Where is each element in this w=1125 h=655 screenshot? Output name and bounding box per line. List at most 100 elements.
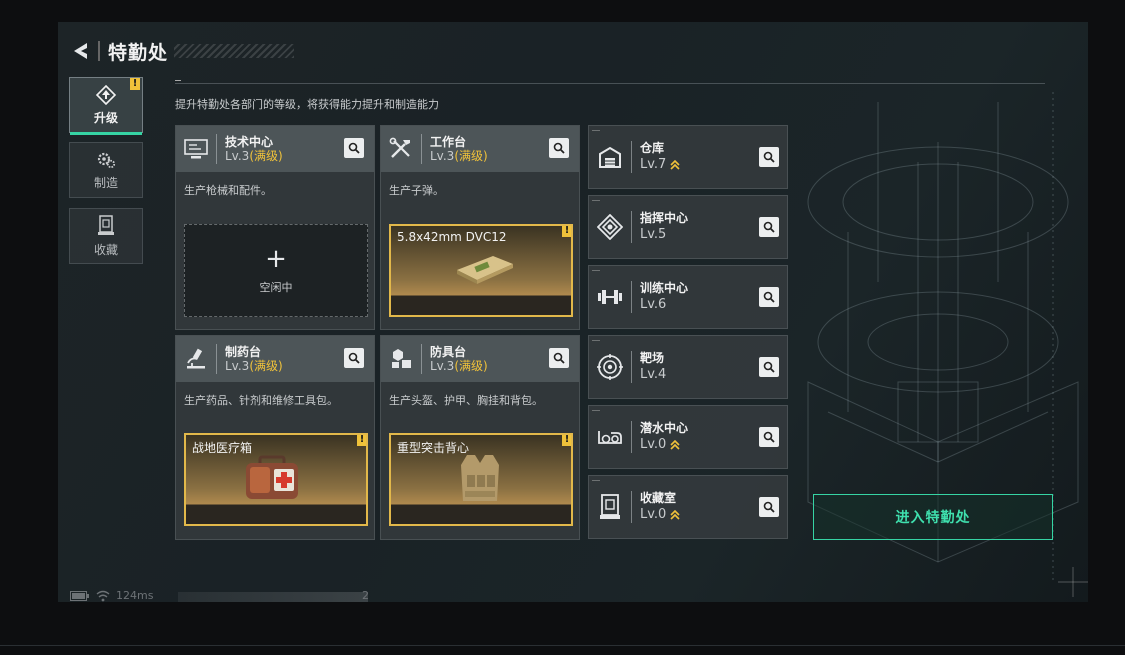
header-separator [98, 41, 100, 61]
status-progress-strip [178, 592, 368, 602]
armor-parts-icon [381, 336, 421, 382]
facility-separator [631, 141, 632, 173]
facility-separator [631, 281, 632, 313]
top-divider [175, 83, 1045, 84]
inspect-button[interactable] [344, 348, 364, 368]
search-icon [553, 352, 565, 364]
nav-upgrade-alert: ! [130, 78, 140, 90]
search-icon [763, 361, 775, 373]
facility-training-center[interactable]: 训练中心 Lv.6 [588, 265, 788, 329]
nav-craft-label: 制造 [93, 175, 118, 190]
nav-upgrade[interactable]: 升级 ! [69, 77, 143, 135]
back-arrow-icon [74, 43, 87, 59]
ping-value: 124ms [116, 589, 154, 602]
workshop-card-armory[interactable]: 防具台 Lv.3(满级) 生产头盔、护甲、胸挂和背包。 重型突击背心 ! [380, 335, 580, 540]
workshop-card-pharmacy[interactable]: 制药台 Lv.3(满级) 生产药品、针剂和维修工具包。 战地医疗箱 ! [175, 335, 375, 540]
card-header: 防具台 Lv.3(满级) [381, 336, 579, 382]
workshop-card-tech-center[interactable]: 技术中心 Lv.3(满级) 生产枪械和配件。 + 空闲中 [175, 125, 375, 330]
production-slot[interactable]: 战地医疗箱 ! [184, 433, 368, 526]
showcase-icon [589, 475, 631, 539]
card-separator [216, 134, 217, 164]
inspect-button[interactable] [759, 147, 779, 167]
facility-name: 收藏室 [640, 491, 677, 505]
enter-special-ops-button[interactable]: 进入特勤处 [813, 494, 1053, 540]
facility-command-center[interactable]: 指挥中心 Lv.5 [588, 195, 788, 259]
idle-label: 空闲中 [259, 280, 293, 294]
plus-icon: + [265, 243, 287, 274]
facility-separator [631, 211, 632, 243]
facility-level: Lv.4 [640, 367, 667, 382]
nav-collection-label: 收藏 [93, 242, 118, 257]
inspect-button[interactable] [759, 497, 779, 517]
nav-upgrade-label: 升级 [93, 110, 118, 125]
page-title: 特勤处 [108, 41, 169, 64]
facility-level: Lv.7 [640, 156, 680, 173]
product-alert-badge: ! [562, 226, 571, 237]
card-header: 制药台 Lv.3(满级) [176, 336, 374, 382]
inspect-button[interactable] [549, 138, 569, 158]
upgrade-available-icon [670, 509, 680, 520]
production-slot[interactable]: 重型突击背心 ! [389, 433, 573, 526]
facility-dive-center[interactable]: 潜水中心 Lv.0 [588, 405, 788, 469]
workshop-level: Lv.3(满级) [430, 148, 488, 163]
page-subtitle: 提升特勤处各部门的等级，将获得能力提升和制造能力 [175, 98, 439, 111]
inspect-button[interactable] [759, 427, 779, 447]
workshop-name: 防具台 [430, 344, 467, 359]
facility-level: Lv.0 [640, 436, 688, 453]
command-icon [589, 195, 631, 259]
corner-mark [592, 200, 600, 201]
facility-name: 靶场 [640, 351, 665, 365]
microscope-icon [176, 336, 216, 382]
nav-craft[interactable]: 制造 [69, 142, 143, 198]
collection-icon [98, 214, 114, 235]
inspect-button[interactable] [759, 217, 779, 237]
corner-mark [592, 130, 600, 131]
search-icon [763, 501, 775, 513]
search-icon [763, 151, 775, 163]
card-header: 工作台 Lv.3(满级) [381, 126, 579, 172]
inspect-button[interactable] [759, 287, 779, 307]
corner-mark [592, 410, 600, 411]
tools-icon [381, 126, 421, 172]
facility-separator [631, 351, 632, 383]
workshop-name: 技术中心 [225, 134, 274, 149]
ammo-box-icon [457, 256, 513, 284]
facility-level: Lv.0 [640, 506, 680, 523]
inspect-button[interactable] [549, 348, 569, 368]
product-name: 5.8x42mm DVC12 [397, 230, 507, 244]
facility-warehouse[interactable]: 仓库 Lv.7 [588, 125, 788, 189]
card-separator [421, 344, 422, 374]
inspect-button[interactable] [759, 357, 779, 377]
facility-level: Lv.5 [640, 227, 667, 242]
idle-production-slot[interactable]: + 空闲中 [184, 224, 368, 317]
workshop-description: 生产药品、针剂和维修工具包。 [184, 394, 338, 407]
top-divider-tick [175, 80, 181, 81]
crosshair-decoration [1058, 567, 1088, 597]
facility-name: 潜水中心 [640, 421, 689, 435]
bottom-divider [0, 645, 1125, 646]
search-icon [763, 291, 775, 303]
monitor-icon [176, 126, 216, 172]
inspect-button[interactable] [344, 138, 364, 158]
product-name: 战地医疗箱 [192, 441, 253, 455]
facility-name: 指挥中心 [640, 211, 689, 225]
warehouse-icon [589, 125, 631, 189]
facility-level: Lv.6 [640, 297, 667, 312]
header-hatch-decoration [174, 44, 295, 58]
workshop-description: 生产枪械和配件。 [184, 184, 272, 197]
workshop-name: 制药台 [225, 344, 262, 359]
search-icon [348, 142, 360, 154]
upgrade-available-icon [670, 159, 680, 170]
facility-showcase-room[interactable]: 收藏室 Lv.0 [588, 475, 788, 539]
search-icon [763, 221, 775, 233]
facility-shooting-range[interactable]: 靶场 Lv.4 [588, 335, 788, 399]
card-separator [216, 344, 217, 374]
production-slot[interactable]: 5.8x42mm DVC12 ! [389, 224, 573, 317]
workshop-card-workbench[interactable]: 工作台 Lv.3(满级) 生产子弹。 5.8x42mm DVC12 ! [380, 125, 580, 330]
gears-icon [97, 152, 116, 168]
nav-collection[interactable]: 收藏 [69, 208, 143, 264]
back-button[interactable] [70, 39, 92, 63]
battery-icon [70, 590, 89, 601]
card-header: 技术中心 Lv.3(满级) [176, 126, 374, 172]
workshop-level: Lv.3(满级) [225, 358, 283, 373]
